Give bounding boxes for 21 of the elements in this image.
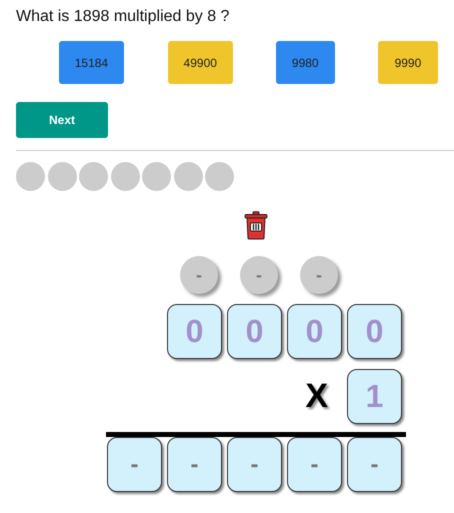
question-text: What is 1898 multiplied by 8 ? <box>16 7 230 27</box>
digit-tile[interactable]: 0 <box>167 304 222 359</box>
answer-tile[interactable]: - <box>167 437 222 492</box>
answer-tile[interactable]: - <box>107 437 162 492</box>
answer-button[interactable]: 15184 <box>59 41 124 84</box>
carry-digit[interactable]: - <box>300 256 338 294</box>
answer-tile[interactable]: - <box>347 437 402 492</box>
answer-button[interactable]: 9990 <box>378 41 438 84</box>
answer-tile[interactable]: - <box>287 437 342 492</box>
digit-tile[interactable]: 0 <box>227 304 282 359</box>
trash-icon[interactable] <box>244 211 268 240</box>
answer-button[interactable]: 49900 <box>168 41 233 84</box>
carry-digit[interactable]: - <box>180 256 218 294</box>
digit-tile[interactable]: 1 <box>347 369 402 424</box>
answer-button[interactable]: 9980 <box>276 41 335 84</box>
digit-tile[interactable]: 0 <box>347 304 402 359</box>
digit-tile[interactable]: 0 <box>287 304 342 359</box>
multiply-sign: X <box>305 377 328 416</box>
carry-digit[interactable]: - <box>240 256 278 294</box>
answer-tile[interactable]: - <box>227 437 282 492</box>
next-button[interactable]: Next <box>16 102 108 138</box>
